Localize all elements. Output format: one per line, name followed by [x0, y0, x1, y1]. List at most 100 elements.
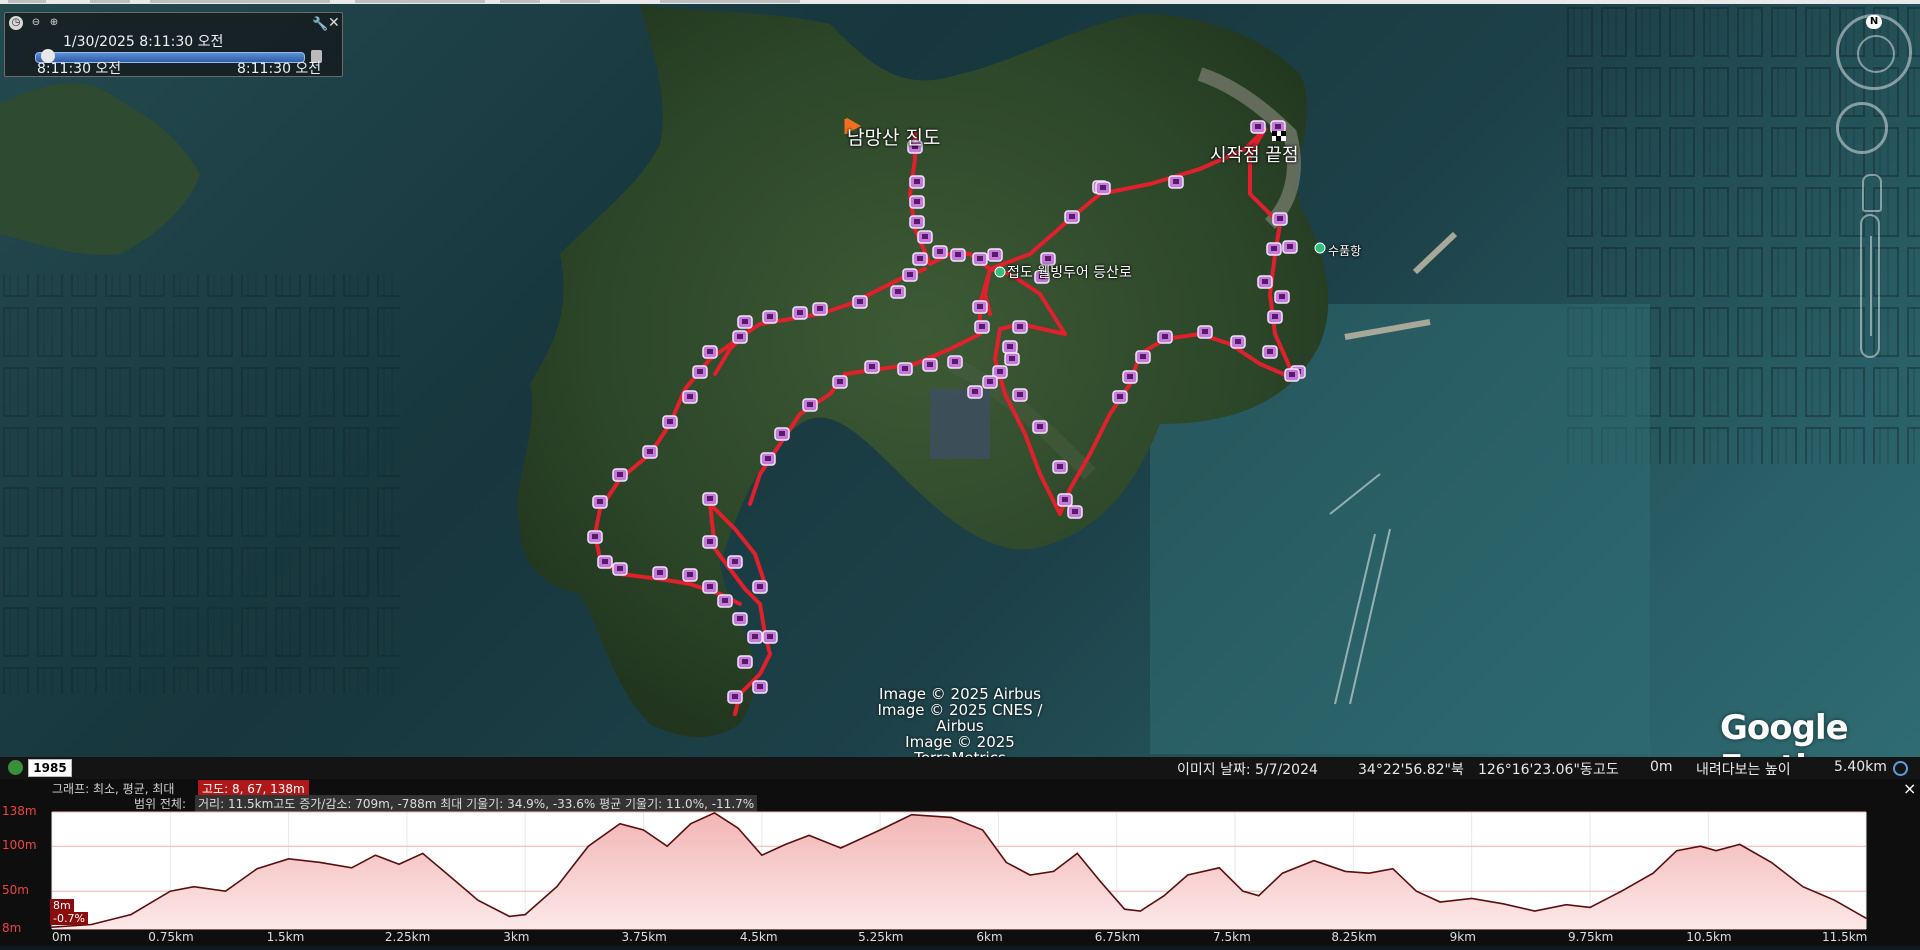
placemark-glyph	[979, 324, 985, 329]
elevation-point	[1124, 908, 1126, 910]
placemark-glyph	[647, 449, 653, 454]
elevation-point	[508, 915, 511, 917]
placemark-glyph	[807, 402, 813, 407]
latitude: 34°22'56.82"북	[1358, 762, 1464, 778]
placemark-glyph	[1173, 179, 1179, 184]
placemark-glyph	[687, 572, 693, 577]
elevation-profile-svg[interactable]	[0, 804, 1920, 946]
elevation-profile-panel[interactable]: 그래프: 최소, 평균, 최대 고도: 8, 67, 138m 범위 전체: 거…	[0, 779, 1920, 946]
imagery-date: 이미지 날짜: 5/7/2024	[1177, 762, 1318, 778]
elevation-point	[445, 872, 447, 874]
placemark-glyph	[1289, 372, 1295, 377]
elevation-point	[1589, 906, 1591, 908]
solar-farm	[930, 389, 990, 459]
x-tick-label: 7.5km	[1213, 930, 1251, 944]
placemark-glyph	[937, 249, 943, 254]
map-viewport[interactable]: 남망산 진도 시작점 끝점 접도 웰빙두어 등산로 수품항 Image © 20…	[0, 4, 1920, 757]
elevation-point	[1281, 872, 1283, 874]
longitude: 126°16'23.06"동	[1478, 762, 1593, 778]
elevation-point	[169, 890, 171, 892]
placemark-glyph	[767, 634, 773, 639]
pier	[1412, 231, 1458, 275]
elevation-point	[1865, 917, 1867, 919]
clock-icon[interactable]: ◷	[9, 16, 23, 30]
elevation-point	[642, 829, 645, 831]
x-tick-label: 3.75km	[621, 930, 667, 944]
x-tick-label: 9.75km	[1567, 930, 1614, 944]
eye-alt-value: 5.40km	[1834, 759, 1887, 775]
placemark-glyph	[1255, 124, 1261, 129]
elevation-point	[1565, 904, 1567, 906]
placemark-glyph	[667, 419, 673, 424]
elevation-point	[1652, 872, 1654, 874]
start-end-label[interactable]: 시작점 끝점	[1210, 141, 1299, 167]
elevation-point	[422, 852, 424, 854]
placemark-glyph	[992, 252, 998, 257]
placemark-glyph	[707, 349, 713, 354]
peak-label[interactable]: 남망산 진도	[847, 123, 940, 150]
imagery-year[interactable]: 1985	[28, 759, 72, 777]
tilt-control[interactable]	[1857, 35, 1895, 73]
aquafarm-west	[0, 274, 400, 694]
zoom-slider[interactable]	[1860, 214, 1880, 358]
trail-label[interactable]: 접도 웰빙두어 등산로	[1007, 262, 1132, 282]
placemark-glyph	[707, 496, 713, 501]
elevation-point	[1100, 881, 1102, 883]
placemark-glyph	[914, 179, 920, 184]
placemark-glyph	[697, 369, 703, 374]
compass-ring[interactable]: N	[1836, 14, 1912, 90]
elevation-point	[477, 899, 479, 901]
placemark-glyph	[592, 534, 598, 539]
placemark-glyph	[1062, 497, 1068, 502]
placemark-glyph	[1140, 354, 1146, 359]
placemark-glyph	[1017, 324, 1023, 329]
placemark-glyph	[1162, 334, 1168, 339]
placemark-glyph	[732, 559, 738, 564]
zoom-in-icon[interactable]: ⊕	[47, 16, 61, 30]
streaming-icon	[1893, 761, 1908, 776]
placemark-glyph	[1267, 349, 1273, 354]
look-joystick[interactable]	[1836, 102, 1888, 154]
y-tick-label: 100m	[2, 838, 37, 853]
elevation-chart[interactable]: 138m 100m 50m 8m 0m 0.75km 1.5km 2.25km 3km 3.75…	[0, 804, 1920, 946]
zoom-out-icon[interactable]: ⊖	[29, 16, 43, 30]
placemark-glyph	[895, 289, 901, 294]
street-view-pegman-icon[interactable]	[1862, 174, 1882, 212]
elevation-point	[761, 854, 763, 856]
y-tick-label: 50m	[2, 883, 29, 898]
elevation-point	[319, 861, 321, 863]
historical-imagery-icon[interactable]	[8, 760, 23, 775]
placemark-glyph	[1017, 392, 1023, 397]
placemark-glyph	[742, 319, 748, 324]
placemark-glyph	[752, 634, 758, 639]
elevation-point	[1313, 860, 1315, 862]
placemark-glyph	[757, 684, 763, 689]
placemark-glyph	[617, 566, 623, 571]
elevation-point	[1368, 872, 1370, 874]
elevation-point	[737, 827, 739, 829]
elevation-point	[666, 845, 668, 847]
placemark-glyph	[997, 369, 1003, 374]
elevation-point	[587, 845, 589, 847]
time-slider[interactable]: ◷ ⊖ ⊕ 1/30/2025 8:11:30 오전 🔧 ✕ 8:11:30 오…	[4, 12, 343, 77]
wrench-icon[interactable]: 🔧	[312, 17, 328, 32]
placemark-glyph	[977, 304, 983, 309]
port-label[interactable]: 수품항	[1328, 242, 1361, 259]
placemark-glyph	[837, 379, 843, 384]
close-icon[interactable]: ✕	[328, 15, 340, 31]
placemark-glyph	[707, 584, 713, 589]
eye-alt-label: 내려다보는 높이	[1696, 762, 1791, 778]
elevation-point	[1471, 897, 1473, 899]
north-indicator[interactable]: N	[1866, 15, 1882, 29]
range-end: 8:11:30 오전	[237, 61, 322, 77]
range-start: 8:11:30 오전	[37, 61, 122, 77]
y-tick-label: 8m	[2, 921, 22, 935]
elevation-point	[713, 812, 716, 814]
close-panel-icon[interactable]: ×	[1903, 779, 1916, 798]
x-tick-label: 1.5km	[266, 930, 305, 944]
trail-pin-icon	[994, 266, 1006, 278]
elevation-point	[1187, 874, 1189, 876]
elevation-point	[1344, 870, 1347, 872]
elevation-point	[524, 914, 526, 916]
placemark-glyph	[917, 256, 923, 261]
